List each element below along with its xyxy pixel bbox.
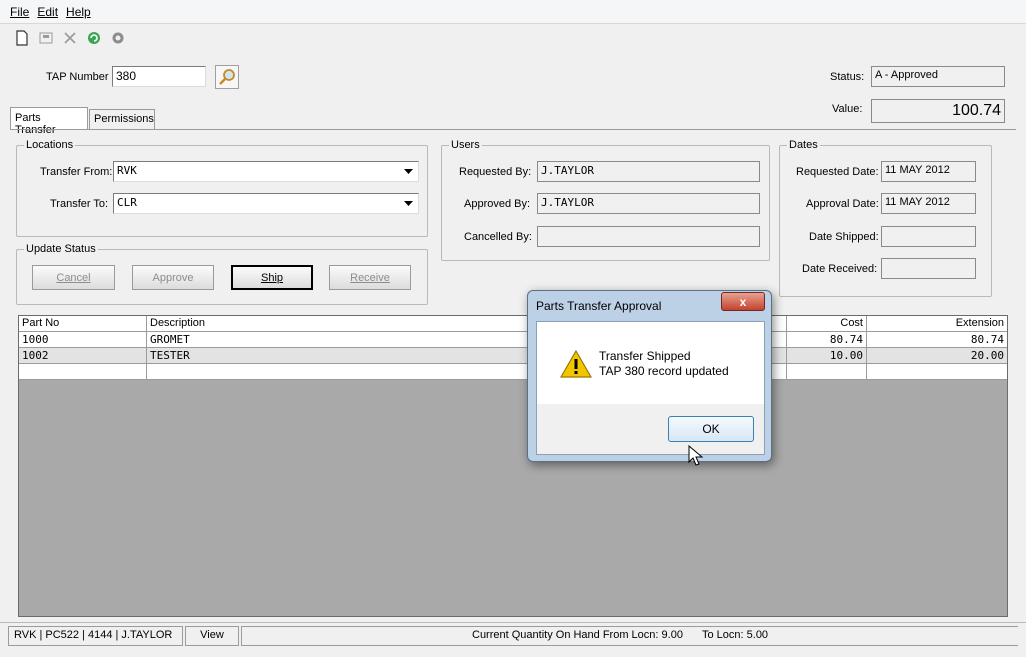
chevron-down-icon[interactable] — [401, 164, 416, 179]
approve-button[interactable]: Approve — [132, 265, 214, 290]
ship-label: Ship — [260, 271, 284, 284]
mouse-cursor-icon — [688, 445, 704, 466]
dialog-message-line2: TAP 380 record updated — [599, 364, 729, 378]
approval-date-field: 11 MAY 2012 — [881, 193, 976, 214]
save-icon[interactable] — [36, 28, 56, 48]
grid-header-row: Part No Description Cost Extension — [19, 316, 1007, 332]
status-quantity-from: Current Quantity On Hand From Locn: 9.00 — [472, 629, 683, 641]
cancel-label: Cancel — [56, 271, 91, 284]
ok-button[interactable]: OK — [668, 416, 754, 442]
cell-cost: 10.00 — [787, 348, 867, 364]
cell-cost[interactable] — [787, 364, 867, 380]
update-status-title: Update Status — [24, 243, 98, 255]
cell-extension: 80.74 — [970, 333, 1004, 346]
column-cost[interactable]: Cost — [787, 316, 867, 332]
tab-parts-transfer[interactable]: Parts Transfer — [10, 107, 88, 136]
transfer-to-value: CLR — [117, 196, 137, 209]
dialog-title: Parts Transfer Approval — [536, 299, 662, 313]
status-bar: RVK | PC522 | 4144 | J.TAYLOR View Curre… — [0, 622, 1026, 648]
requested-by-label: Requested By: — [459, 166, 532, 178]
menu-edit[interactable]: Edit — [37, 5, 58, 19]
requested-by-field: J.TAYLOR — [537, 161, 760, 182]
approval-date-label: Approval Date: — [806, 198, 879, 210]
locations-title: Locations — [24, 139, 76, 151]
status-label: Status: — [830, 71, 865, 83]
warning-icon — [559, 349, 593, 378]
receive-button[interactable]: Receive — [329, 265, 411, 290]
ship-button[interactable]: Ship — [231, 265, 313, 290]
date-shipped-field — [881, 226, 976, 247]
menu-help[interactable]: Help — [66, 5, 91, 19]
requested-date-label: Requested Date: — [796, 166, 879, 178]
transfer-approval-dialog: Parts Transfer Approval x Transfer Shipp… — [527, 290, 772, 462]
status-quantity-panel: Current Quantity On Hand From Locn: 9.00… — [241, 626, 1018, 646]
transfer-from-label: Transfer From: — [40, 166, 113, 178]
date-shipped-label: Date Shipped: — [809, 231, 879, 243]
table-row[interactable]: 1002 TESTER 10.00 20.00 — [19, 348, 1007, 364]
dialog-footer: OK — [537, 404, 764, 454]
dialog-body: Transfer Shipped TAP 380 record updated … — [536, 321, 765, 455]
tap-number-label: TAP Number — [46, 71, 109, 83]
search-button[interactable] — [215, 65, 239, 89]
cancel-button[interactable]: Cancel — [32, 265, 115, 290]
cancelled-by-label: Cancelled By: — [464, 231, 532, 243]
table-row[interactable]: 1000 GROMET 80.74 80.74 — [19, 332, 1007, 348]
approved-by-label: Approved By: — [464, 198, 531, 210]
transfer-to-label: Transfer To: — [50, 198, 109, 210]
date-received-field — [881, 258, 976, 279]
cell-extension: 20.00 — [970, 349, 1004, 362]
value-field: 100.74 — [871, 99, 1005, 123]
approved-by-field: J.TAYLOR — [537, 193, 760, 214]
cell-extension[interactable] — [867, 364, 1007, 380]
cell-part-no: 1002 — [19, 348, 147, 364]
requested-date-field: 11 MAY 2012 — [881, 161, 976, 182]
status-quantity-to: To Locn: 5.00 — [702, 629, 769, 641]
cell-part-no: 1000 — [19, 332, 147, 348]
approve-label: Approve — [152, 271, 194, 284]
transfer-from-select[interactable]: RVK — [113, 161, 419, 182]
delete-icon[interactable] — [60, 28, 80, 48]
settings-icon[interactable] — [108, 28, 128, 48]
table-row-new[interactable] — [19, 364, 1007, 380]
receive-label: Receive — [350, 271, 390, 284]
users-title: Users — [449, 139, 482, 151]
value-label: Value: — [832, 103, 863, 115]
locations-group — [16, 145, 428, 237]
transfer-to-select[interactable]: CLR — [113, 193, 419, 214]
cancelled-by-field — [537, 226, 760, 247]
tab-permissions[interactable]: Permissions — [89, 109, 155, 129]
chevron-down-icon[interactable] — [401, 196, 416, 211]
status-view-button[interactable]: View — [185, 626, 239, 646]
refresh-icon[interactable] — [84, 28, 104, 48]
cell-cost: 80.74 — [787, 332, 867, 348]
close-icon[interactable]: x — [721, 292, 765, 311]
date-received-label: Date Received: — [802, 263, 878, 275]
tab-divider — [10, 129, 1016, 130]
magnifier-icon — [219, 69, 235, 85]
toolbar — [0, 25, 1026, 51]
column-extension[interactable]: Extension — [867, 316, 1007, 332]
status-context: RVK | PC522 | 4144 | J.TAYLOR — [8, 626, 183, 646]
dialog-message-line1: Transfer Shipped — [599, 349, 691, 363]
menu-bar: File Edit Help — [0, 0, 1026, 24]
transfer-from-value: RVK — [117, 164, 137, 177]
parts-grid[interactable]: Part No Description Cost Extension 1000 … — [18, 315, 1008, 617]
cell-part-no[interactable] — [19, 364, 147, 380]
new-document-icon[interactable] — [12, 28, 32, 48]
menu-file[interactable]: File — [10, 5, 29, 19]
tap-number-input[interactable]: 380 — [112, 66, 206, 87]
dates-title: Dates — [787, 139, 820, 151]
status-field: A - Approved — [871, 66, 1005, 87]
column-part-no[interactable]: Part No — [19, 316, 147, 332]
